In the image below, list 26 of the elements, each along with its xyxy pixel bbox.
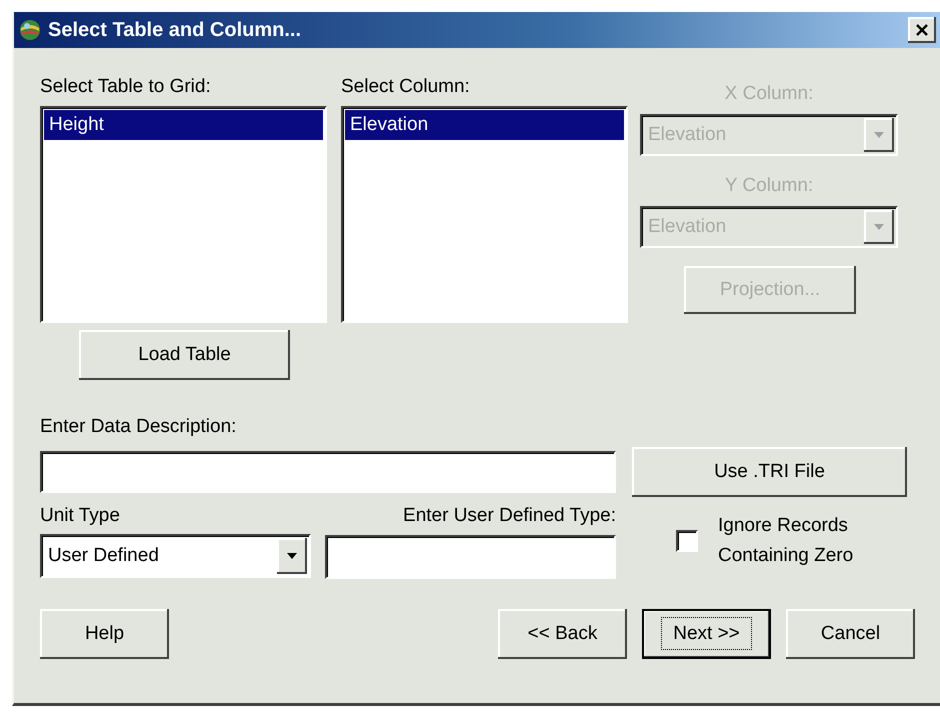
list-item[interactable]: Elevation <box>345 110 624 140</box>
use-tri-file-button[interactable]: Use .TRI File <box>632 447 907 497</box>
combo-label: X Column: <box>724 82 814 106</box>
user-type-field[interactable] <box>325 535 616 579</box>
dialog-button[interactable]: Help <box>40 609 169 659</box>
combo-label: Y Column: <box>724 174 814 198</box>
close-icon <box>915 24 929 36</box>
user-type-label: Enter User Defined Type: <box>403 505 616 527</box>
checkbox[interactable] <box>676 530 698 552</box>
dialog-button[interactable]: Next >> <box>642 609 771 659</box>
description-label: Enter Data Description: <box>40 416 238 438</box>
list-label: Select Table to Grid: <box>40 76 212 98</box>
window-title: Select Table and Column... <box>48 18 302 42</box>
dialog-button[interactable]: Cancel <box>786 609 915 659</box>
list-label: Select Column: <box>341 76 471 98</box>
unit-type-label: Unit Type <box>40 505 121 527</box>
dialog-button[interactable]: << Back <box>498 609 627 659</box>
column-listbox[interactable]: Elevation <box>341 106 628 323</box>
close-button[interactable] <box>908 17 936 43</box>
unit-type-dropdown[interactable]: User Defined <box>40 534 311 578</box>
checkbox-label: Ignore Records Containing Zero <box>718 514 854 568</box>
table-listbox[interactable]: Height <box>40 106 327 323</box>
description-field[interactable] <box>40 451 616 493</box>
list-item[interactable]: Height <box>44 110 323 140</box>
globe-icon <box>18 18 42 42</box>
load-table-button[interactable]: Load Table <box>79 330 290 380</box>
